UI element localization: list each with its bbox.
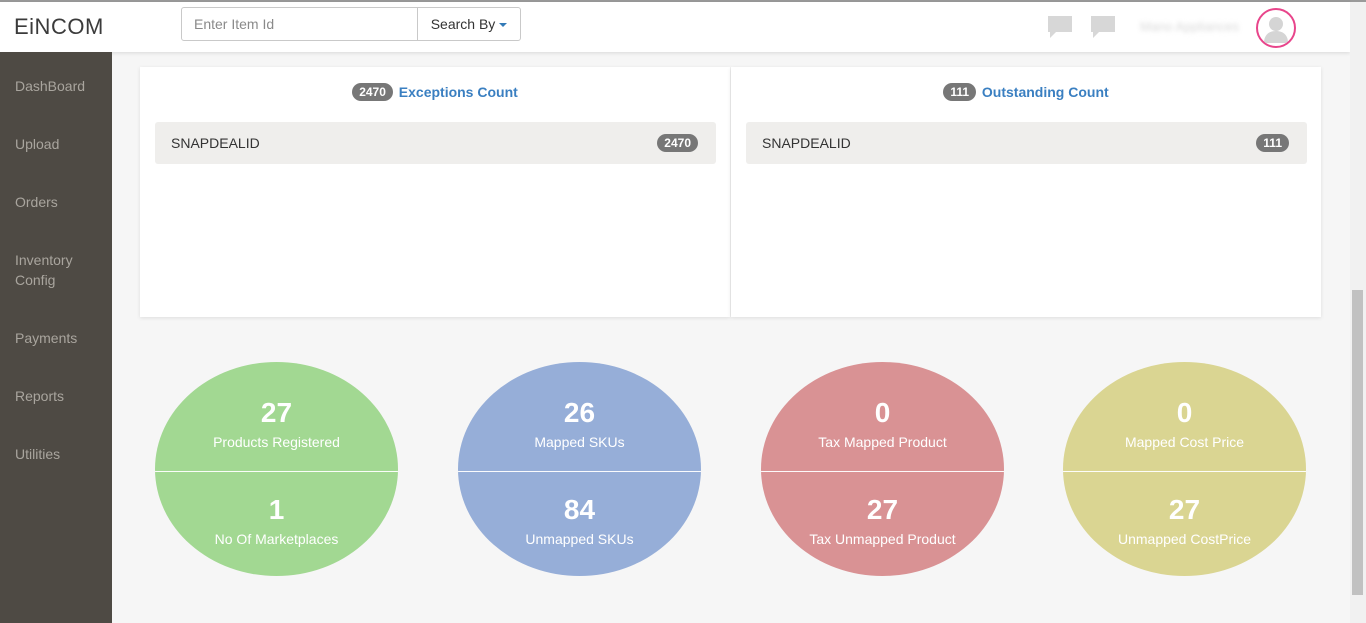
tax-mapped-value: 0 [874, 397, 891, 428]
circle-divider [1063, 471, 1306, 472]
page-scrollbar-thumb[interactable] [1352, 290, 1363, 595]
sidebar-item-reports[interactable]: Reports [15, 386, 64, 406]
stat-circle-cost-price[interactable]: 0 Mapped Cost Price 27 Unmapped CostPric… [1063, 362, 1306, 576]
sidebar-item-dashboard[interactable]: DashBoard [15, 76, 85, 96]
exceptions-panel: 2470 Exceptions Count SNAPDEALID 2470 [140, 67, 730, 317]
unmapped-cost-price-label: Unmapped CostPrice [1117, 531, 1252, 547]
app-logo[interactable]: EiNCOM [14, 14, 104, 40]
circle-divider [155, 471, 398, 472]
tax-unmapped-label: Tax Unmapped Product [809, 531, 956, 547]
sidebar-item-utilities[interactable]: Utilities [15, 444, 60, 464]
exceptions-list-item[interactable]: SNAPDEALID 2470 [155, 122, 716, 164]
exceptions-count-badge: 2470 [352, 83, 393, 101]
stat-circle-products[interactable]: 27 Products Registered 1 No Of Marketpla… [155, 362, 398, 576]
marketplaces-value: 1 [268, 494, 285, 525]
list-item-label: SNAPDEALID [762, 135, 851, 151]
search-by-dropdown[interactable]: Search By [417, 7, 521, 41]
mapped-skus-label: Mapped SKUs [534, 434, 625, 450]
tax-unmapped-value: 27 [866, 494, 899, 525]
outstanding-panel: 111 Outstanding Count SNAPDEALID 111 [731, 67, 1321, 317]
sidebar-item-orders[interactable]: Orders [15, 192, 58, 212]
item-id-search-input[interactable] [181, 7, 418, 41]
mapped-skus-value: 26 [563, 397, 596, 428]
products-registered-value: 27 [260, 397, 293, 428]
outstanding-title[interactable]: 111 Outstanding Count [731, 83, 1321, 101]
chat-bubble-icon[interactable] [1047, 15, 1073, 39]
sidebar-item-payments[interactable]: Payments [15, 328, 77, 348]
stat-circle-skus[interactable]: 26 Mapped SKUs 84 Unmapped SKUs [458, 362, 701, 576]
user-avatar[interactable] [1256, 8, 1296, 48]
unmapped-skus-label: Unmapped SKUs [525, 531, 634, 547]
list-item-label: SNAPDEALID [171, 135, 260, 151]
user-name[interactable]: Mano Appliances [1140, 19, 1239, 34]
caret-down-icon [499, 23, 508, 27]
exceptions-title-text: Exceptions Count [398, 84, 518, 100]
sidebar-nav: DashBoard Upload Orders Inventory Config… [0, 52, 112, 623]
marketplaces-label: No Of Marketplaces [214, 531, 339, 547]
outstanding-title-text: Outstanding Count [981, 84, 1109, 100]
unmapped-cost-price-value: 27 [1168, 494, 1201, 525]
message-icon[interactable] [1090, 15, 1116, 39]
products-registered-label: Products Registered [213, 434, 340, 450]
unmapped-skus-value: 84 [563, 494, 596, 525]
mapped-cost-price-value: 0 [1176, 397, 1193, 428]
search-by-label: Search By [430, 16, 496, 32]
tax-mapped-label: Tax Mapped Product [818, 434, 947, 450]
circle-divider [458, 471, 701, 472]
list-item-count-badge: 111 [1256, 134, 1289, 152]
exceptions-title[interactable]: 2470 Exceptions Count [140, 83, 730, 101]
sidebar-item-inventory-config[interactable]: Inventory Config [15, 250, 95, 290]
list-item-count-badge: 2470 [657, 134, 698, 152]
circle-divider [761, 471, 1004, 472]
sidebar-item-upload[interactable]: Upload [15, 134, 59, 154]
stat-circle-tax[interactable]: 0 Tax Mapped Product 27 Tax Unmapped Pro… [761, 362, 1004, 576]
outstanding-list-item[interactable]: SNAPDEALID 111 [746, 122, 1307, 164]
user-silhouette-icon [1264, 17, 1288, 43]
outstanding-count-badge: 111 [943, 83, 977, 101]
mapped-cost-price-label: Mapped Cost Price [1124, 434, 1245, 450]
top-header: EiNCOM Search By Mano Appliances [0, 2, 1350, 52]
